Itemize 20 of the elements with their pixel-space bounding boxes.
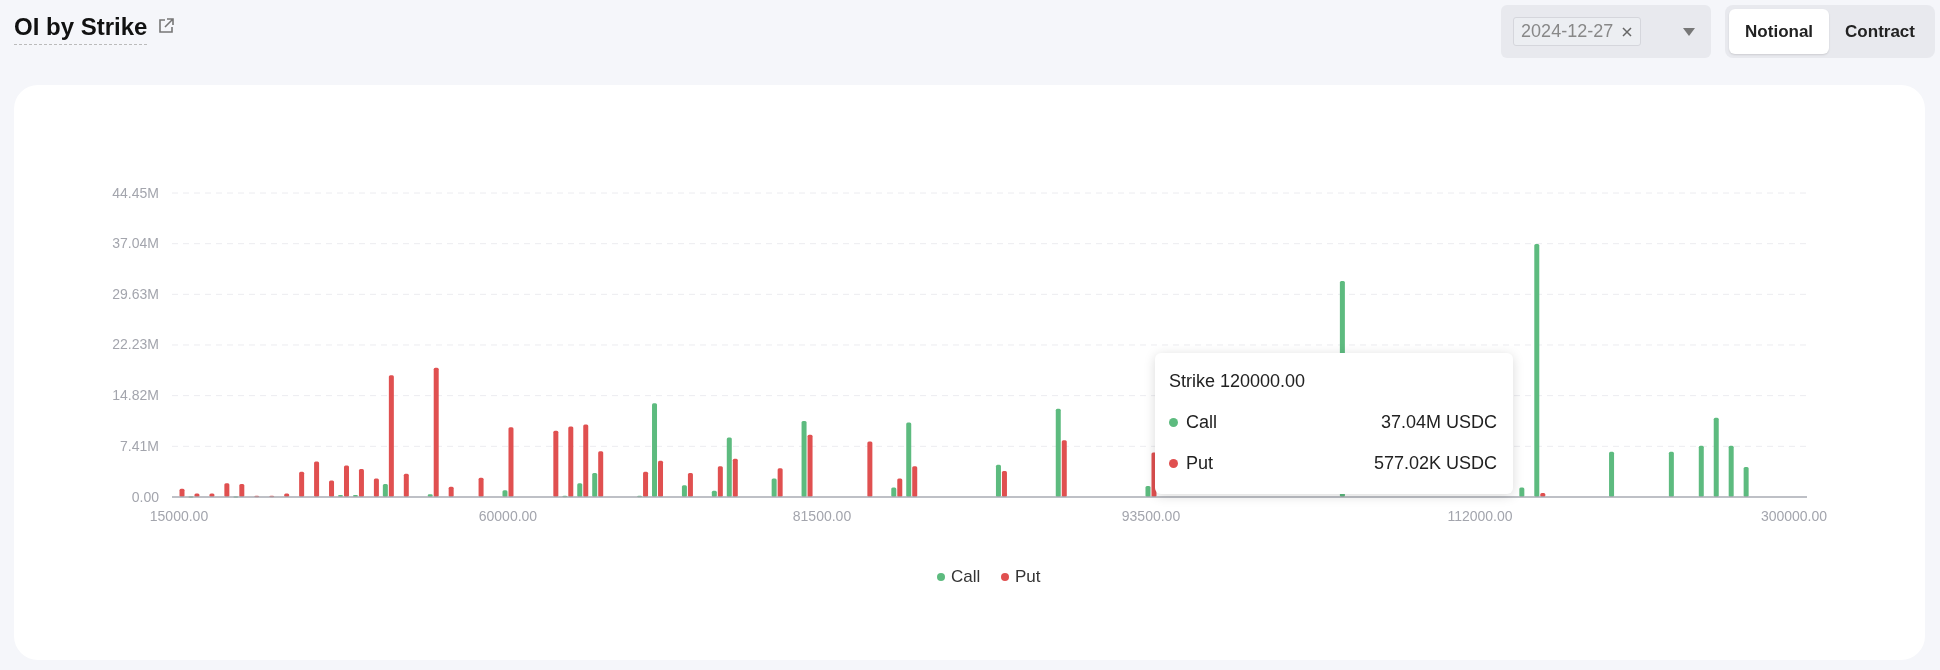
x-axis-label: 15000.00 [149,508,209,524]
date-text: 2024-12-27 [1521,21,1614,42]
tooltip-title: Strike 120000.00 [1169,371,1307,392]
x-axis-label: 112000.00 [1447,508,1513,524]
x-axis-label: 300000.00 [1760,508,1828,524]
x-axis-label: 81500.00 [792,508,852,524]
y-axis-label: 22.23M [112,336,159,353]
series-value: 37.04M USDC [1380,412,1497,433]
x-axis-label: 60000.00 [478,508,538,524]
series-value: 577.02K USDC [1373,453,1497,474]
y-axis-label: 14.82M [112,387,159,404]
series-name: Call [1186,412,1217,433]
y-axis-label: 29.63M [112,285,159,302]
y-axis-label: 37.04M [112,235,159,252]
page-title: OI by Strike [14,13,148,45]
x-axis-label: 93500.00 [1121,508,1181,524]
y-axis-label: 0.00 [131,488,159,505]
series-name: Put [1186,453,1214,474]
y-axis-label: 7.41M [120,437,159,454]
y-axis-label: 44.45M [112,184,159,201]
